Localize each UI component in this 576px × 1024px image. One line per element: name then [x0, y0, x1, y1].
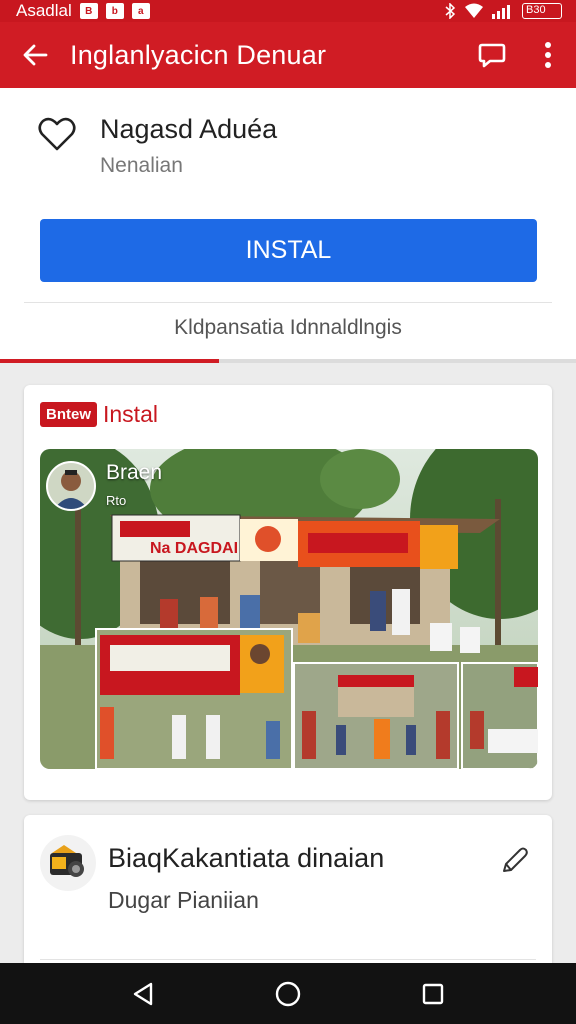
wifi-icon — [465, 3, 483, 18]
more-vert-icon — [545, 42, 551, 68]
overflow-menu-button[interactable] — [520, 22, 576, 88]
notification-icon: B — [79, 3, 98, 19]
status-bar: Asadlal B b a B30 — [0, 0, 576, 22]
banner-text: Na DAGDAI — [150, 540, 238, 557]
notification-icon: a — [131, 3, 150, 19]
status-left: Asadlal B b a — [16, 1, 150, 21]
app-title: Inglanlyacicn Denuar — [70, 39, 327, 70]
nav-back-button[interactable] — [113, 969, 173, 1019]
bluetooth-icon — [445, 3, 456, 19]
chat-button[interactable] — [464, 22, 520, 88]
new-badge: Bntew — [40, 402, 97, 427]
item-subtitle: Dugar Pianiian — [108, 887, 259, 913]
install-button[interactable]: INSTAL — [40, 219, 537, 282]
photo-subtitle: Rto — [106, 493, 127, 508]
avatar — [46, 461, 96, 511]
item-avatar — [40, 835, 96, 891]
signal-icon — [492, 5, 510, 19]
arrow-back-icon — [23, 44, 48, 66]
app-developer: Nenalian — [100, 154, 183, 177]
notification-icon: b — [105, 3, 124, 19]
divider — [40, 959, 536, 960]
edit-pencil-icon[interactable] — [500, 845, 530, 875]
app-name: Nagasd Aduéa — [100, 114, 278, 144]
list-item-card[interactable]: BiaqKakantiata dinaian Dugar Pianiian — [24, 815, 552, 975]
app-bar: Inglanlyacicn Denuar — [0, 22, 576, 88]
more-info-link[interactable]: Kldpansatia Idnnaldlngis — [0, 316, 576, 340]
nav-recents-button[interactable] — [403, 969, 463, 1019]
status-right: B30 — [444, 3, 562, 19]
progress-bar — [0, 359, 576, 363]
system-nav-bar — [0, 963, 576, 1024]
person-icon — [48, 463, 94, 509]
triangle-back-icon — [133, 982, 152, 1005]
badge-row: Bntew Instal — [40, 401, 158, 428]
carrier-label: Asadlal — [16, 1, 72, 20]
post-card[interactable]: Bntew Instal Na DAGDAI Braen Rto — [24, 385, 552, 800]
item-title: BiaqKakantiata dinaian — [108, 843, 385, 873]
nav-home-button[interactable] — [258, 969, 318, 1019]
battery-indicator: B30 — [522, 3, 562, 19]
progress-fill — [0, 359, 219, 363]
photo-username: Braen — [106, 461, 163, 484]
back-button[interactable] — [0, 22, 70, 88]
chat-bubble-icon — [478, 43, 506, 68]
heart-icon[interactable] — [38, 116, 76, 152]
divider — [24, 302, 552, 303]
camera-icon — [50, 845, 84, 877]
post-install-label[interactable]: Instal — [103, 401, 158, 428]
circle-home-icon — [275, 981, 301, 1006]
square-recents-icon — [423, 983, 444, 1004]
